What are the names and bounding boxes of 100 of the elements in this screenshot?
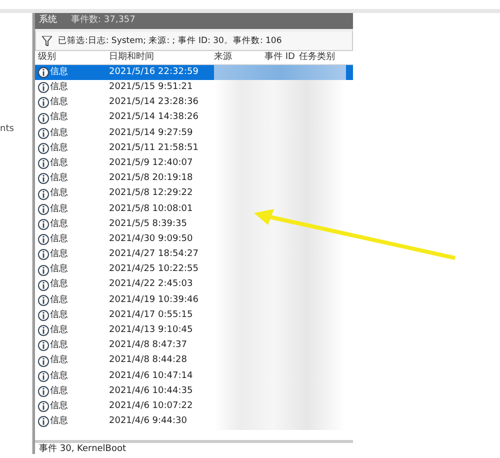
event-row[interactable]: 信息 2021/5/9 12:40:07	[35, 156, 353, 172]
level-text: 信息	[50, 339, 68, 352]
info-icon	[38, 264, 49, 276]
event-row[interactable]: 信息 2021/5/8 12:29:22	[35, 186, 353, 202]
level-text: 信息	[50, 324, 68, 338]
event-row[interactable]: 信息 2021/4/6 10:07:22	[35, 399, 353, 414]
event-row[interactable]: 信息 2021/4/30 9:09:50	[35, 232, 353, 248]
level-text: 信息	[50, 278, 68, 292]
date-time-text: 2021/4/6 10:07:22	[109, 400, 194, 413]
event-row[interactable]: 信息 2021/4/19 10:39:46	[35, 292, 353, 308]
event-row[interactable]: 信息 2021/4/8 8:44:28	[35, 354, 353, 369]
event-row[interactable]: 信息 2021/5/11 21:58:51	[35, 140, 353, 156]
event-row[interactable]: 信息 2021/5/14 14:38:26	[35, 110, 353, 126]
level-text: 信息	[50, 248, 68, 262]
event-row[interactable]: 信息 2021/4/25 10:22:55	[35, 262, 353, 278]
level-text: 信息	[50, 294, 68, 307]
date-time-text: 2021/5/14 14:38:26	[109, 111, 200, 124]
level-text: 信息	[50, 142, 68, 155]
level-text: 信息	[50, 111, 68, 124]
info-icon	[38, 173, 49, 184]
filter-summary: 已筛选:日志: System; 来源: ; 事件 ID: 30。事件数: 106	[58, 34, 282, 48]
event-row[interactable]: 信息 2021/5/5 8:39:35	[35, 216, 353, 232]
date-time-text: 2021/5/8 10:08:01	[109, 202, 194, 216]
date-time-text: 2021/5/14 23:28:36	[109, 96, 200, 110]
info-icon	[38, 340, 49, 352]
event-row[interactable]: 信息 2021/5/14 23:28:36	[35, 95, 353, 111]
event-row[interactable]: 信息 2021/5/8 20:19:18	[35, 171, 353, 186]
info-icon	[38, 97, 49, 108]
info-icon	[38, 401, 49, 412]
date-time-text: 2021/5/5 8:39:35	[109, 218, 188, 231]
event-row[interactable]: 信息 2021/5/8 10:08:01	[35, 202, 353, 217]
level-text: 信息	[50, 202, 68, 216]
tree-item-text[interactable]: nts	[0, 124, 14, 134]
level-text: 信息	[50, 232, 68, 246]
info-icon	[38, 67, 49, 78]
event-row[interactable]: 信息 2021/4/6 9:44:30	[35, 414, 353, 430]
date-time-text: 2021/4/30 9:09:50	[109, 232, 194, 246]
info-icon	[38, 128, 49, 139]
date-time-text: 2021/5/15 9:51:21	[109, 81, 194, 94]
event-row[interactable]: 信息 2021/5/14 9:27:59	[35, 126, 353, 141]
info-icon	[38, 234, 49, 246]
level-text: 信息	[50, 415, 68, 428]
level-text: 信息	[50, 400, 68, 413]
level-text: 信息	[50, 81, 68, 94]
info-icon	[38, 204, 49, 215]
info-icon	[38, 112, 49, 124]
info-icon	[38, 143, 49, 154]
date-time-text: 2021/4/22 2:45:03	[109, 278, 194, 292]
info-icon	[38, 294, 49, 306]
info-icon	[38, 82, 49, 94]
log-title: 系统	[39, 14, 57, 28]
event-row[interactable]: 信息 2021/5/15 9:51:21	[35, 80, 353, 96]
date-time-text: 2021/5/16 22:32:59	[109, 66, 200, 79]
date-time-text: 2021/5/8 12:29:22	[109, 187, 194, 200]
column-header[interactable]: 日期和时间	[109, 50, 214, 64]
level-text: 信息	[50, 66, 68, 79]
level-text: 信息	[50, 156, 68, 170]
level-text: 信息	[50, 263, 68, 276]
event-row[interactable]: 信息 2021/4/22 2:45:03	[35, 278, 353, 293]
column-header[interactable]: 事件 ID	[261, 50, 299, 64]
event-row[interactable]: 信息 2021/5/16 22:32:59	[35, 65, 353, 80]
event-row[interactable]: 信息 2021/4/17 0:55:15	[35, 308, 353, 324]
event-row[interactable]: 信息 2021/4/6 10:47:14	[35, 368, 353, 384]
info-icon	[38, 280, 49, 291]
date-time-text: 2021/4/19 10:39:46	[109, 294, 200, 307]
event-row[interactable]: 信息 2021/4/27 18:54:27	[35, 247, 353, 262]
info-icon	[38, 218, 49, 230]
date-time-text: 2021/4/17 0:55:15	[109, 308, 194, 322]
date-time-text: 2021/5/11 21:58:51	[109, 142, 200, 155]
info-icon	[38, 356, 49, 367]
column-header[interactable]: 任务类别	[299, 50, 343, 64]
date-time-text: 2021/4/6 10:47:14	[109, 370, 194, 383]
info-icon	[38, 325, 49, 336]
date-time-text: 2021/5/9 12:40:07	[109, 156, 194, 170]
level-text: 信息	[50, 187, 68, 200]
event-count: 事件数: 37,357	[71, 14, 136, 28]
filter-icon	[42, 36, 52, 46]
event-row[interactable]: 信息 2021/4/6 10:44:35	[35, 384, 353, 400]
column-header[interactable]: 来源	[214, 50, 261, 64]
date-time-text: 2021/5/14 9:27:59	[109, 126, 194, 140]
level-text: 信息	[50, 384, 68, 398]
info-icon	[38, 416, 49, 428]
event-row[interactable]: 信息 2021/4/8 8:47:37	[35, 338, 353, 354]
date-time-text: 2021/4/8 8:47:37	[109, 339, 188, 352]
info-icon	[38, 370, 49, 382]
date-time-text: 2021/4/8 8:44:28	[109, 354, 188, 368]
info-icon	[38, 310, 49, 322]
detail-title: 事件 30, KernelBoot	[39, 444, 126, 454]
column-header[interactable]: 级别	[35, 50, 109, 64]
level-text: 信息	[50, 354, 68, 368]
info-icon	[38, 249, 49, 260]
level-text: 信息	[50, 370, 68, 383]
date-time-text: 2021/4/25 10:22:55	[109, 263, 200, 276]
level-text: 信息	[50, 308, 68, 322]
level-text: 信息	[50, 126, 68, 140]
info-icon	[38, 188, 49, 200]
date-time-text: 2021/4/6 9:44:30	[109, 415, 188, 428]
date-time-text: 2021/5/8 20:19:18	[109, 172, 194, 186]
date-time-text: 2021/4/27 18:54:27	[109, 248, 200, 262]
event-row[interactable]: 信息 2021/4/13 9:10:45	[35, 323, 353, 338]
